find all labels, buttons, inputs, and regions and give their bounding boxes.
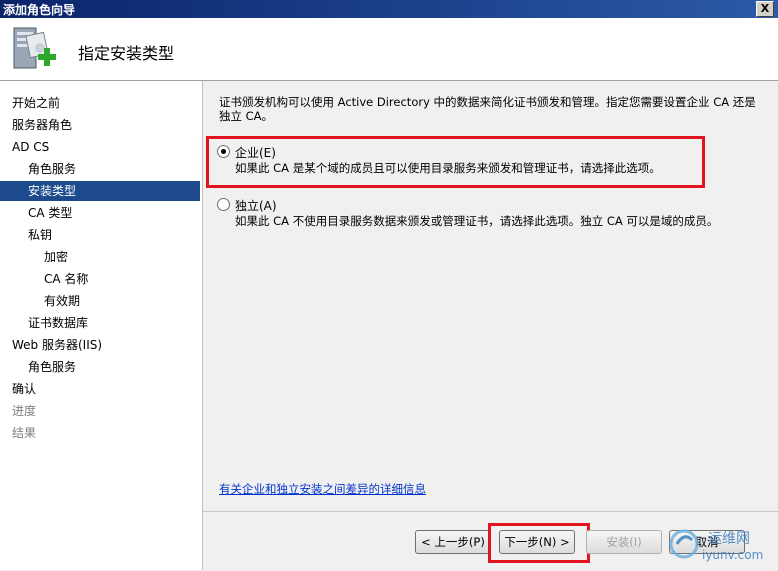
title-bar: 添加角色向导 X xyxy=(0,0,778,18)
sidebar-item-web-server-iis[interactable]: Web 服务器(IIS) xyxy=(12,335,102,355)
sidebar-item-ad-cs[interactable]: AD CS xyxy=(12,137,49,157)
page-title: 指定安装类型 xyxy=(78,44,175,63)
wizard-steps-sidebar: 开始之前 服务器角色 AD CS 角色服务 安装类型 CA 类型 私钥 加密 C… xyxy=(0,81,203,570)
intro-text: 证书颁发机构可以使用 Active Directory 中的数据来简化证书颁发和… xyxy=(219,95,756,123)
sidebar-item-ca-type[interactable]: CA 类型 xyxy=(28,203,72,223)
sidebar-item-confirmation[interactable]: 确认 xyxy=(12,379,36,399)
previous-button[interactable]: < 上一步(P) xyxy=(415,530,491,554)
install-button: 安装(I) xyxy=(586,530,662,554)
window-title: 添加角色向导 xyxy=(3,3,76,17)
sidebar-item-progress: 进度 xyxy=(12,404,37,418)
sidebar-item-before-you-begin[interactable]: 开始之前 xyxy=(12,93,60,113)
watermark-text-cn: 运维网 xyxy=(708,531,750,547)
sidebar-item-validity-period[interactable]: 有效期 xyxy=(44,291,80,311)
highlight-box-next xyxy=(488,523,590,563)
sidebar-item-cryptography[interactable]: 加密 xyxy=(44,247,68,267)
standalone-description: 如果此 CA 不使用目录服务数据来颁发或管理证书，请选择此选项。独立 CA 可以… xyxy=(235,214,719,228)
sidebar-item-role-services[interactable]: 角色服务 xyxy=(28,159,76,179)
watermark-text-url: iyunv.com xyxy=(702,548,764,562)
sidebar-item-iis-role-services[interactable]: 角色服务 xyxy=(28,357,76,377)
sidebar-item-setup-type[interactable]: 安装类型 xyxy=(0,181,200,201)
differences-info-link[interactable]: 有关企业和独立安装之间差异的详细信息 xyxy=(219,481,426,497)
standalone-radio[interactable] xyxy=(217,198,230,211)
sidebar-item-certificate-database[interactable]: 证书数据库 xyxy=(28,313,88,333)
server-add-icon xyxy=(13,27,56,69)
sidebar-item-ca-name[interactable]: CA 名称 xyxy=(44,269,88,289)
sidebar-item-results: 结果 xyxy=(12,426,37,440)
sidebar-item-server-roles[interactable]: 服务器角色 xyxy=(12,115,72,135)
standalone-label[interactable]: 独立(A) xyxy=(235,197,277,214)
close-button[interactable]: X xyxy=(756,1,774,17)
wizard-header: 指定安装类型 xyxy=(0,18,778,81)
highlight-box-enterprise xyxy=(206,136,705,188)
sidebar-item-private-key[interactable]: 私钥 xyxy=(28,225,52,245)
main-content: 证书颁发机构可以使用 Active Directory 中的数据来简化证书颁发和… xyxy=(203,81,778,511)
site-watermark: 运维网 iyunv.com xyxy=(668,522,776,568)
